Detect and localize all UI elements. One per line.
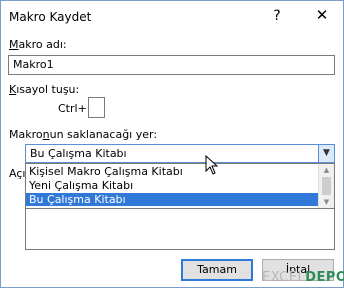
chevron-down-icon[interactable]: ▼ (318, 145, 334, 162)
shortcut-key-input[interactable] (88, 97, 105, 118)
dialog-title: Makro Kaydet (9, 10, 92, 24)
option-this-workbook[interactable]: Bu Çalışma Kitabı (26, 193, 318, 206)
record-macro-dialog: Makro Kaydet ? ✕ Makro adı: Makro1 Kısay… (0, 0, 344, 288)
description-label: Açı (9, 167, 26, 180)
ok-button[interactable]: Tamam (181, 259, 253, 281)
scroll-thumb[interactable] (322, 177, 331, 195)
options-scrollbar[interactable]: ▲ ▼ (318, 164, 334, 208)
option-new-workbook[interactable]: Yeni Çalışma Kitabı (26, 179, 318, 192)
store-in-selected-value: Bu Çalışma Kitabı (30, 147, 127, 160)
store-in-options-list[interactable]: Kişisel Makro Çalışma Kitabı Yeni Çalışm… (25, 163, 335, 209)
shortcut-prefix: Ctrl+ (58, 102, 87, 115)
excel-depo-watermark: EXCELDEPO (262, 270, 344, 285)
shortcut-label: Kısayol tuşu: (9, 83, 80, 96)
title-bar: Makro Kaydet ? ✕ (1, 1, 343, 33)
store-in-dropdown[interactable]: Bu Çalışma Kitabı ▼ (25, 144, 335, 163)
mouse-pointer-icon (205, 155, 219, 175)
macro-name-label: Makro adı: (9, 38, 67, 51)
store-in-label: Makronun saklanacağı yer: (9, 128, 158, 141)
help-icon[interactable]: ? (269, 8, 285, 24)
scroll-down-icon[interactable]: ▼ (319, 196, 334, 208)
option-personal-macro-workbook[interactable]: Kişisel Makro Çalışma Kitabı (26, 165, 318, 178)
scroll-up-icon[interactable]: ▲ (319, 164, 334, 176)
close-icon[interactable]: ✕ (313, 6, 331, 24)
macro-name-input[interactable]: Makro1 (8, 55, 335, 75)
